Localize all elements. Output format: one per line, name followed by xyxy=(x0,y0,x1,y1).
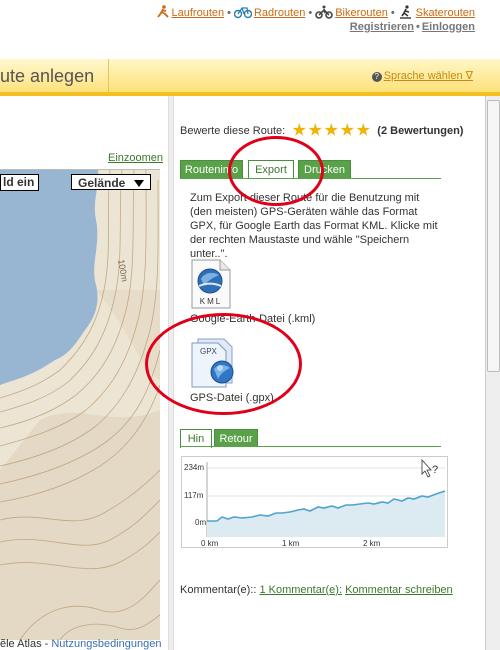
star-icon[interactable] xyxy=(356,123,370,136)
elevation-chart: ? xyxy=(206,458,446,537)
x-axis-label: 1 km xyxy=(282,539,300,548)
skater-icon xyxy=(398,5,414,22)
map-attribution: ẽle Atlas - Nutzungsbedingungen xyxy=(0,638,162,650)
gpx-highlight-circle xyxy=(145,313,302,415)
rating-count: (2 Bewertungen) xyxy=(377,125,464,137)
comments-link[interactable]: 1 Kommentar(e): xyxy=(259,584,342,596)
export-tab-highlight-circle xyxy=(228,136,324,206)
x-axis-label: 0 km xyxy=(201,539,219,548)
top-nav: Laufrouten • Radrouten • Bikerouten • Skate… xyxy=(156,5,475,22)
comment-label: Kommentar(e):: xyxy=(180,584,260,596)
cursor-help-icon: ? xyxy=(421,458,438,478)
rating-stars[interactable] xyxy=(292,123,372,140)
bicycle-icon xyxy=(233,5,253,22)
page-title-tab: ute anlegen xyxy=(0,59,109,92)
terrain-map: 100m xyxy=(0,170,160,640)
page-scrollbar[interactable] xyxy=(485,96,500,650)
write-comment-link[interactable]: Kommentar schreiben xyxy=(345,584,453,596)
tab-retour[interactable]: Retour xyxy=(214,429,258,447)
map-type-value: Gelände xyxy=(78,176,126,190)
comment-row: Kommentar(e):: 1 Kommentar(e): Kommentar… xyxy=(180,584,453,596)
elevation-profile[interactable]: ? 234m 117m 0m 0 km 1 km 2 km xyxy=(181,456,448,548)
y-axis-label: 0m xyxy=(195,518,207,527)
help-icon: ? xyxy=(371,72,382,82)
nav-radrouten-link[interactable]: Radrouten xyxy=(254,7,305,19)
language-link[interactable]: Sprache wählen ∇ xyxy=(384,70,473,82)
y-axis-label: 117m xyxy=(184,491,204,500)
dropdown-arrow-icon xyxy=(134,180,144,187)
map-mode-button[interactable]: ld ein xyxy=(0,174,40,191)
star-icon[interactable] xyxy=(340,123,354,136)
account-nav: Registrieren • Einloggen xyxy=(349,21,475,33)
runner-icon xyxy=(156,5,170,22)
export-instructions: Zum Export dieser Route für die Benutzun… xyxy=(190,192,438,260)
map-type-select[interactable]: Gelände xyxy=(71,174,151,190)
star-icon[interactable] xyxy=(324,123,338,136)
y-axis-label: 234m xyxy=(184,463,205,472)
page-title: ute anlegen xyxy=(0,66,95,86)
language-selector[interactable]: ? Sprache wählen ∇ xyxy=(371,69,473,82)
svg-text:KML: KML xyxy=(200,297,222,306)
nav-laufrouten-link[interactable]: Laufrouten xyxy=(172,7,225,19)
nav-bikerouten-link[interactable]: Bikerouten xyxy=(335,7,388,19)
kml-file-icon[interactable]: KML xyxy=(190,259,232,314)
rating-row: Bewerte diese Route: (2 Bewertungen) xyxy=(180,123,463,140)
rating-label: Bewerte diese Route: xyxy=(180,125,286,137)
profile-tab-underline xyxy=(180,446,441,447)
mountain-bike-icon xyxy=(315,5,334,22)
scrollbar-thumb[interactable] xyxy=(487,100,500,372)
register-link[interactable]: Registrieren xyxy=(350,21,414,33)
login-link[interactable]: Einloggen xyxy=(422,21,475,33)
x-axis-label: 2 km xyxy=(363,539,381,548)
terms-link[interactable]: Nutzungsbedingungen xyxy=(51,638,161,650)
star-icon[interactable] xyxy=(292,123,306,136)
nav-skaterouten-link[interactable]: Skaterouten xyxy=(416,7,475,19)
svg-text:?: ? xyxy=(432,464,438,476)
zoom-in-link[interactable]: Einzoomen xyxy=(108,152,163,164)
map-canvas[interactable]: 100m xyxy=(0,169,160,640)
star-icon[interactable] xyxy=(308,123,322,136)
